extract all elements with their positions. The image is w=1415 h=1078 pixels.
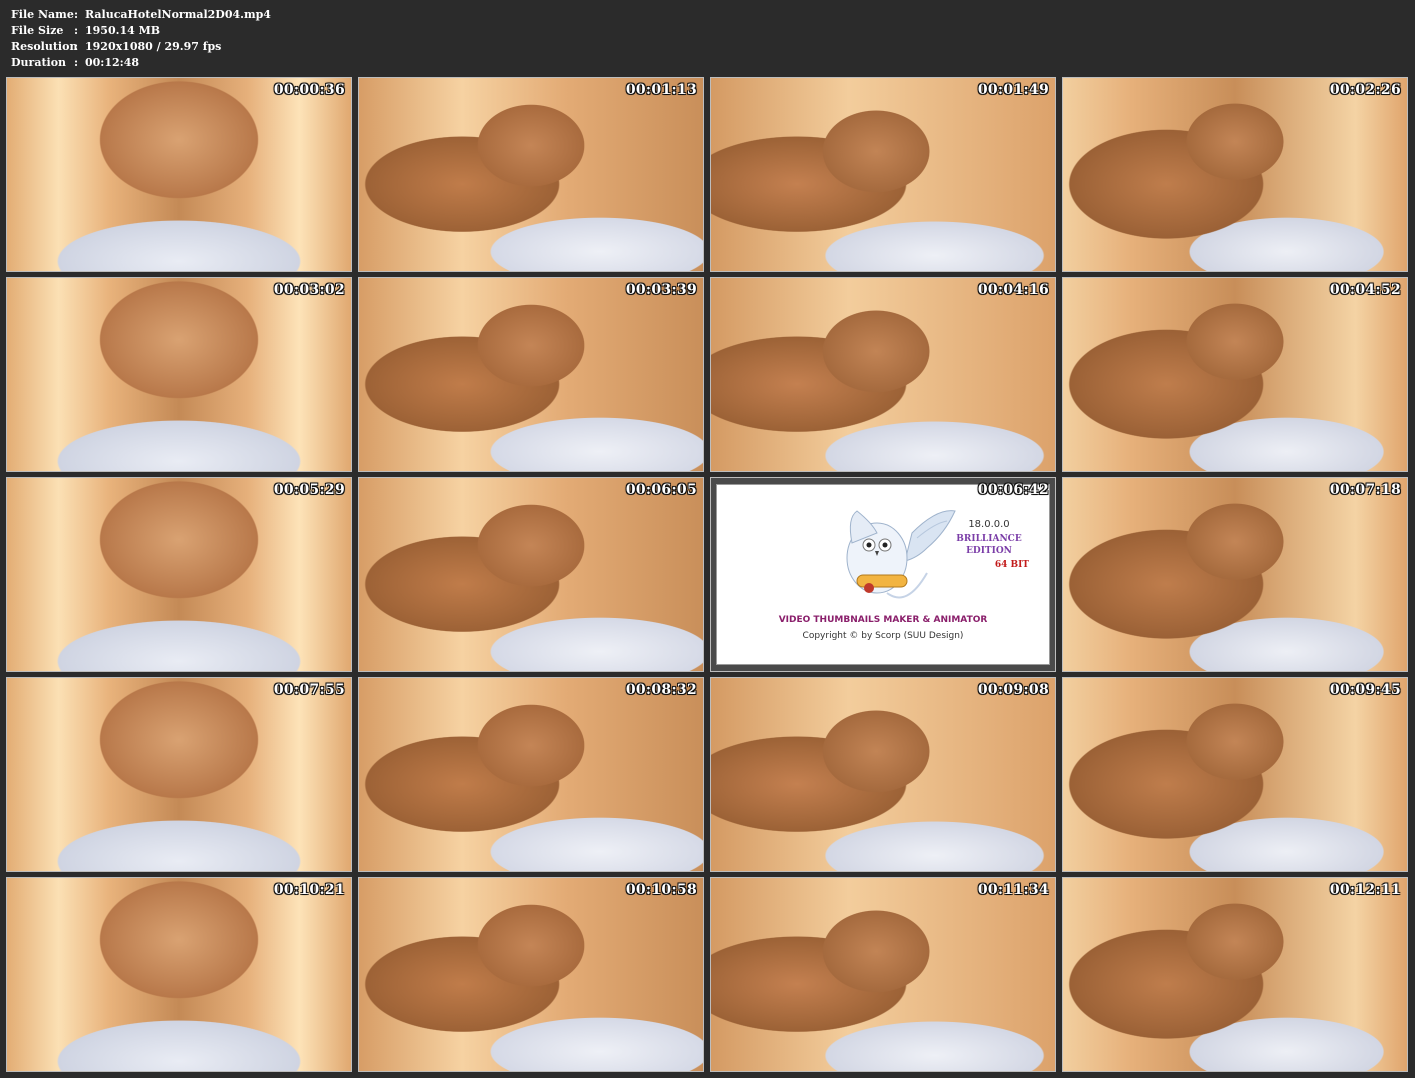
info-key: File Name <box>11 8 74 21</box>
video-frame-image <box>1063 878 1407 1071</box>
info-row-resolution: Resolution : 1920x1080 / 29.97 fps <box>11 39 271 55</box>
timestamp-label: 00:06:42 <box>977 482 1049 498</box>
thumbnail-frame: 00:04:52 <box>1062 277 1408 472</box>
info-row-duration: Duration : 00:12:48 <box>11 55 271 71</box>
info-separator: : <box>74 40 79 53</box>
brand-version: 18.0.0.0 <box>968 519 1010 530</box>
info-separator: : <box>74 24 79 37</box>
thumbnail-frame: 00:01:49 <box>710 77 1056 272</box>
video-frame-image <box>7 478 351 671</box>
thumbnail-frame: 00:07:55 <box>6 677 352 872</box>
info-value: 1950.14 MB <box>85 24 161 37</box>
video-frame-image <box>1063 678 1407 871</box>
thumbnail-frame: 00:06:05 <box>358 477 704 672</box>
video-frame-image <box>711 878 1055 1071</box>
thumbnail-frame: 00:12:11 <box>1062 877 1408 1072</box>
thumbnail-frame: 00:03:39 <box>358 277 704 472</box>
info-separator: : <box>74 8 79 21</box>
info-key: Duration <box>11 56 67 69</box>
brand-title: VIDEO THUMBNAILS MAKER & ANIMATOR <box>778 615 988 625</box>
video-frame-image <box>1063 478 1407 671</box>
video-frame-image <box>711 678 1055 871</box>
timestamp-label: 00:04:16 <box>977 282 1049 298</box>
timestamp-label: 00:10:58 <box>625 882 697 898</box>
thumbnail-frame: 00:01:13 <box>358 77 704 272</box>
thumbnail-frame: 00:09:08 <box>710 677 1056 872</box>
timestamp-label: 00:10:21 <box>273 882 345 898</box>
brand-edition: BRILLIANCE EDITION <box>956 534 1022 556</box>
owl-with-scroll-icon <box>846 510 956 599</box>
timestamp-label: 00:11:34 <box>977 882 1049 898</box>
timestamp-label: 00:07:18 <box>1329 482 1401 498</box>
timestamp-label: 00:02:26 <box>1329 82 1401 98</box>
timestamp-label: 00:07:55 <box>273 682 345 698</box>
info-value: 1920x1080 / 29.97 fps <box>85 40 222 53</box>
timestamp-label: 00:04:52 <box>1329 282 1401 298</box>
brand-panel: 18.0.0.0 BRILLIANCE EDITION 64 BIT VIDEO… <box>716 484 1050 665</box>
thumbnail-frame: 00:10:21 <box>6 877 352 1072</box>
thumbnail-frame: 18.0.0.0 BRILLIANCE EDITION 64 BIT VIDEO… <box>710 477 1056 672</box>
thumbnail-frame: 00:03:02 <box>6 277 352 472</box>
video-frame-image <box>7 78 351 271</box>
file-info-panel: File Name : RalucaHotelNormal2D04.mp4 Fi… <box>11 7 271 71</box>
timestamp-label: 00:01:49 <box>977 82 1049 98</box>
info-value: 00:12:48 <box>85 56 140 69</box>
info-key: Resolution <box>11 40 78 53</box>
brand-logo-frame: 18.0.0.0 BRILLIANCE EDITION 64 BIT VIDEO… <box>711 478 1055 671</box>
brand-bits: 64 BIT <box>994 560 1029 570</box>
timestamp-label: 00:05:29 <box>273 482 345 498</box>
thumbnail-frame: 00:04:16 <box>710 277 1056 472</box>
brand-copyright: Copyright © by Scorp (SUU Design) <box>802 631 964 641</box>
video-frame-image <box>1063 78 1407 271</box>
thumbnail-grid: 00:00:36 00:01:13 00:01:49 00:02:26 00:03:02… <box>6 77 1409 1072</box>
video-frame-image <box>1063 278 1407 471</box>
video-frame-image <box>7 278 351 471</box>
timestamp-label: 00:00:36 <box>273 82 345 98</box>
video-frame-image <box>359 678 703 871</box>
info-key: File Size <box>11 24 64 37</box>
thumbnail-frame: 00:07:18 <box>1062 477 1408 672</box>
timestamp-label: 00:09:08 <box>977 682 1049 698</box>
thumbnail-frame: 00:02:26 <box>1062 77 1408 272</box>
video-frame-image <box>7 878 351 1071</box>
video-frame-image <box>359 878 703 1071</box>
timestamp-label: 00:12:11 <box>1329 882 1401 898</box>
timestamp-label: 00:06:05 <box>625 482 697 498</box>
thumbnail-frame: 00:08:32 <box>358 677 704 872</box>
info-row-file-size: File Size : 1950.14 MB <box>11 23 271 39</box>
info-row-file-name: File Name : RalucaHotelNormal2D04.mp4 <box>11 7 271 23</box>
timestamp-label: 00:08:32 <box>625 682 697 698</box>
timestamp-label: 00:03:02 <box>273 282 345 298</box>
info-separator: : <box>74 56 79 69</box>
thumbnail-frame: 00:00:36 <box>6 77 352 272</box>
timestamp-label: 00:01:13 <box>625 82 697 98</box>
video-frame-image <box>711 278 1055 471</box>
thumbnail-frame: 00:09:45 <box>1062 677 1408 872</box>
info-value: RalucaHotelNormal2D04.mp4 <box>85 8 271 21</box>
thumbnail-frame: 00:10:58 <box>358 877 704 1072</box>
video-frame-image <box>359 478 703 671</box>
timestamp-label: 00:09:45 <box>1329 682 1401 698</box>
video-frame-image <box>359 278 703 471</box>
thumbnail-frame: 00:11:34 <box>710 877 1056 1072</box>
video-frame-image <box>7 678 351 871</box>
timestamp-label: 00:03:39 <box>625 282 697 298</box>
video-frame-image <box>711 78 1055 271</box>
video-frame-image <box>359 78 703 271</box>
thumbnail-frame: 00:05:29 <box>6 477 352 672</box>
